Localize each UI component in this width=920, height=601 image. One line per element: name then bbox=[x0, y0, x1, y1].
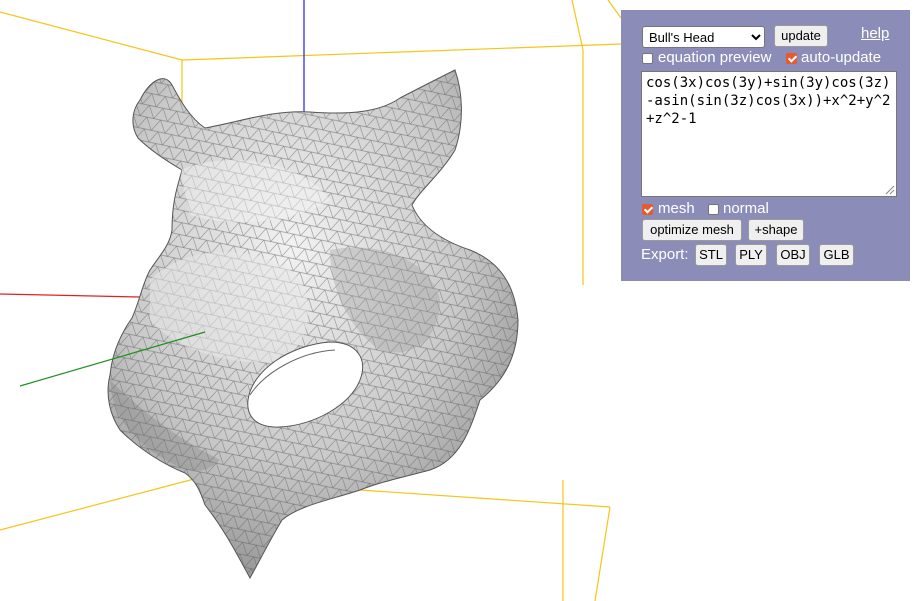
optimize-mesh-button[interactable]: optimize mesh bbox=[642, 219, 742, 241]
control-panel: Bull's Head update help equation preview… bbox=[621, 10, 910, 281]
update-button[interactable]: update bbox=[774, 25, 828, 47]
resize-grip-icon[interactable] bbox=[885, 185, 895, 195]
x-axis bbox=[0, 293, 141, 298]
equation-input[interactable]: cos(3x)cos(3y)+sin(3y)cos(3z)-asin(sin(3… bbox=[641, 71, 897, 197]
implicit-surface-mesh[interactable] bbox=[100, 60, 530, 590]
auto-update-checkbox[interactable] bbox=[786, 53, 797, 64]
normal-checkbox[interactable] bbox=[708, 204, 719, 215]
export-obj-button[interactable]: OBJ bbox=[776, 244, 810, 266]
export-stl-button[interactable]: STL bbox=[695, 244, 727, 266]
add-shape-button[interactable]: +shape bbox=[748, 219, 804, 241]
export-ply-button[interactable]: PLY bbox=[735, 244, 767, 266]
preset-select[interactable]: Bull's Head bbox=[642, 26, 765, 48]
export-label: Export: bbox=[641, 246, 689, 263]
equation-preview-label: equation preview bbox=[658, 49, 772, 66]
mesh-checkbox[interactable] bbox=[642, 204, 653, 215]
export-glb-button[interactable]: GLB bbox=[819, 244, 854, 266]
normal-label: normal bbox=[723, 200, 769, 217]
help-link[interactable]: help bbox=[861, 25, 889, 42]
mesh-label: mesh bbox=[658, 200, 695, 217]
auto-update-label: auto-update bbox=[801, 49, 882, 66]
equation-preview-checkbox[interactable] bbox=[642, 53, 653, 64]
